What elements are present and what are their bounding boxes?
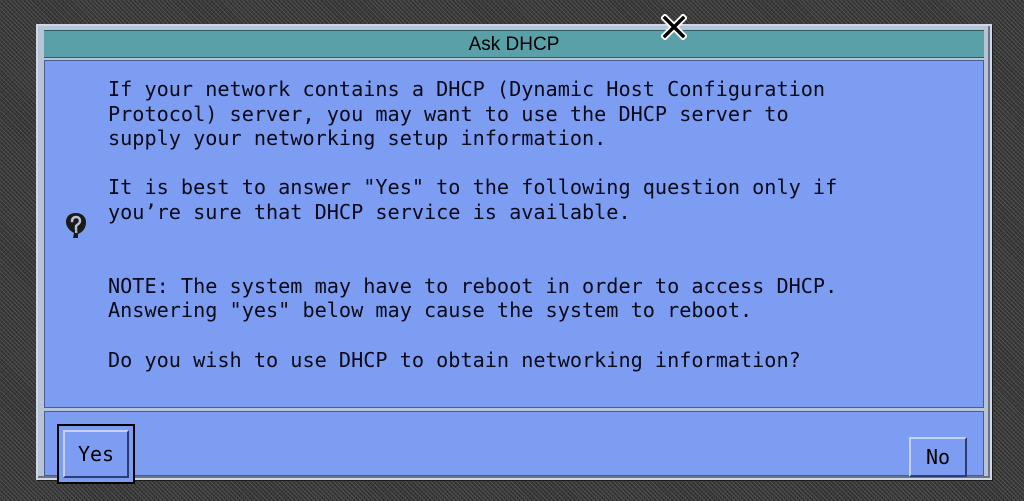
dialog-message-panel: If your network contains a DHCP (Dynamic… (44, 60, 984, 408)
dialog-button-panel: Yes No (44, 411, 984, 484)
no-button[interactable]: No (909, 437, 967, 477)
dialog-title-bar[interactable]: Ask DHCP (44, 30, 984, 58)
question-icon (66, 213, 86, 238)
dialog-message: If your network contains a DHCP (Dynamic… (108, 77, 838, 372)
ask-dhcp-dialog: Ask DHCP If your network contains a DHCP… (36, 24, 992, 484)
x-cursor-icon (661, 14, 687, 40)
yes-button[interactable]: Yes (63, 430, 129, 478)
dialog-title: Ask DHCP (468, 34, 560, 55)
